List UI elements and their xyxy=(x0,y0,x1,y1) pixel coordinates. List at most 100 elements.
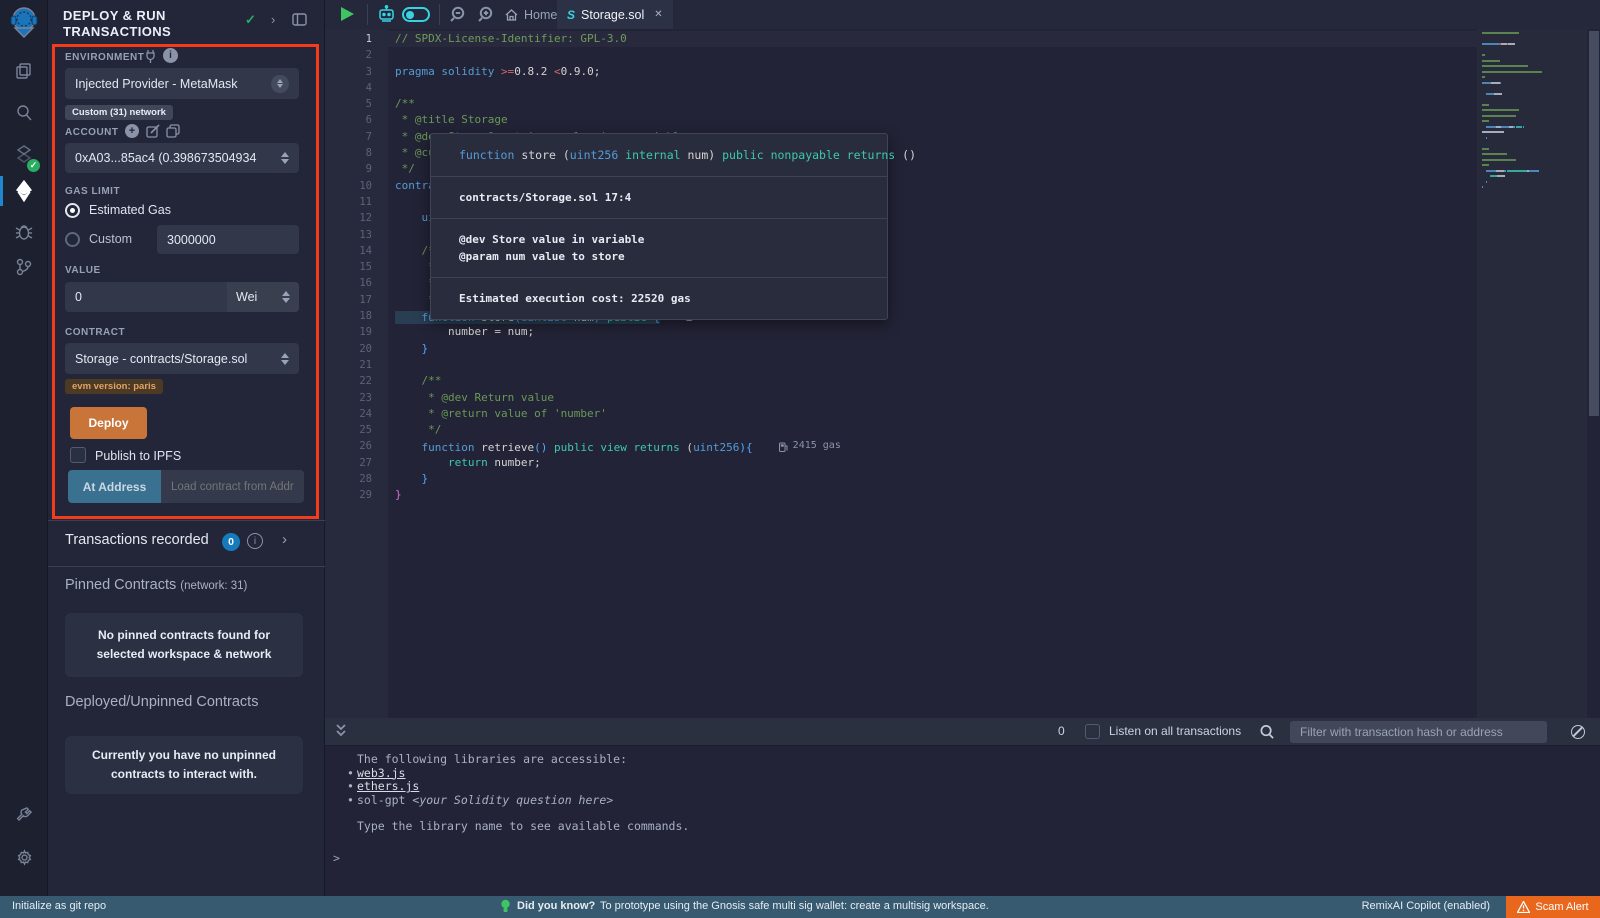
value-row: Wei xyxy=(65,282,299,312)
code-line[interactable]: 28 } xyxy=(325,471,1475,487)
expand-terminal-icon[interactable] xyxy=(335,723,347,744)
git-icon[interactable] xyxy=(0,248,48,286)
publish-ipfs-checkbox[interactable] xyxy=(70,447,86,463)
code-line[interactable]: 26 function retrieve() public view retur… xyxy=(325,438,1475,454)
remix-logo xyxy=(0,3,48,41)
code-line[interactable]: 19 number = num; xyxy=(325,324,1475,340)
line-number: 27 xyxy=(325,455,372,471)
custom-gas-radio[interactable] xyxy=(65,232,80,247)
value-unit-select[interactable]: Wei xyxy=(227,282,299,312)
zoom-in-icon[interactable] xyxy=(477,6,494,28)
ai-copilot-robot-icon[interactable] xyxy=(377,5,396,29)
unpinned-empty-message: Currently you have no unpinned contracts… xyxy=(65,736,303,794)
transactions-count-badge: 0 xyxy=(222,533,240,551)
add-account-icon[interactable]: + xyxy=(125,124,139,138)
run-script-icon[interactable] xyxy=(341,7,354,21)
custom-gas-input[interactable] xyxy=(157,225,299,254)
clear-console-icon[interactable] xyxy=(1571,725,1585,739)
terminal-library-item[interactable]: ethers.js xyxy=(357,779,419,793)
listen-transactions-checkbox[interactable] xyxy=(1085,724,1100,739)
minimap-line xyxy=(1482,159,1516,161)
deploy-run-icon[interactable] xyxy=(0,172,48,210)
search-icon[interactable] xyxy=(0,94,48,132)
code-line[interactable]: 2 xyxy=(325,47,1475,63)
code-line[interactable]: 29} xyxy=(325,487,1475,503)
debugger-icon[interactable] xyxy=(0,212,48,250)
terminal-library-item[interactable]: web3.js xyxy=(357,766,405,780)
line-number: 26 xyxy=(325,438,372,454)
code-line[interactable]: 21 xyxy=(325,357,1475,373)
terminal-filter-input[interactable] xyxy=(1290,721,1547,743)
copilot-toggle[interactable] xyxy=(402,7,430,22)
line-number: 9 xyxy=(325,161,372,177)
code-line[interactable]: 20 } xyxy=(325,341,1475,357)
line-number: 2 xyxy=(325,47,372,63)
environment-info-icon[interactable]: i xyxy=(163,48,178,63)
minimap-line xyxy=(1482,54,1485,56)
scrollbar-thumb xyxy=(1589,31,1599,416)
code-line[interactable]: 6 * @title Storage xyxy=(325,112,1475,128)
git-init-status[interactable]: Initialize as git repo xyxy=(12,900,106,912)
copy-account-icon[interactable] xyxy=(166,124,180,143)
code-line[interactable]: 5/** xyxy=(325,96,1475,112)
publish-ipfs-label: Publish to IPFS xyxy=(95,449,181,463)
plugin-manager-icon[interactable] xyxy=(0,796,48,834)
panel-layout-icon[interactable] xyxy=(292,13,307,29)
code-line[interactable]: 1// SPDX-License-Identifier: GPL-3.0 xyxy=(325,31,1475,47)
panel-forward-icon[interactable]: › xyxy=(271,12,275,27)
terminal-search-icon xyxy=(1259,724,1275,745)
transactions-expand-icon[interactable]: › xyxy=(282,531,287,548)
did-you-know-label: Did you know? xyxy=(517,900,595,912)
transactions-info-icon[interactable]: i xyxy=(247,533,263,549)
deploy-button[interactable]: Deploy xyxy=(70,407,147,439)
terminal-body[interactable]: The following libraries are accessible: … xyxy=(325,746,1600,896)
file-explorer-icon[interactable] xyxy=(0,52,48,90)
contract-select[interactable]: Storage - contracts/Storage.sol xyxy=(65,343,299,374)
code-line[interactable]: 3pragma solidity >=0.8.2 <0.9.0; xyxy=(325,64,1475,80)
code-line[interactable]: 22 /** xyxy=(325,373,1475,389)
deploy-run-panel: DEPLOY & RUN TRANSACTIONS ✓ › ENVIRONMEN… xyxy=(48,0,325,896)
code-line[interactable]: 23 * @dev Return value xyxy=(325,390,1475,406)
line-number: 29 xyxy=(325,487,372,503)
line-number: 10 xyxy=(325,178,372,194)
value-input[interactable] xyxy=(65,282,227,312)
estimated-gas-radio[interactable] xyxy=(65,203,80,218)
code-line[interactable]: 4 xyxy=(325,80,1475,96)
copilot-status[interactable]: RemixAI Copilot (enabled) xyxy=(1362,900,1490,912)
at-address-button[interactable]: At Address xyxy=(68,470,161,503)
environment-select[interactable]: Injected Provider - MetaMask xyxy=(65,68,299,99)
solidity-compiler-icon[interactable]: ✓ xyxy=(0,136,48,174)
panel-check-icon: ✓ xyxy=(245,12,256,28)
scam-alert-button[interactable]: Scam Alert xyxy=(1506,896,1600,918)
bullet: • xyxy=(347,779,354,793)
minimap-line xyxy=(1482,186,1483,188)
close-tab-icon[interactable]: ✕ xyxy=(654,9,662,20)
warning-icon xyxy=(1517,901,1530,913)
minimap-line xyxy=(1482,170,1539,172)
code-line[interactable]: 24 * @return value of 'number' xyxy=(325,406,1475,422)
code-line[interactable]: 27 return number; xyxy=(325,455,1475,471)
minimap-line xyxy=(1482,93,1502,95)
minimap[interactable] xyxy=(1477,29,1587,718)
minimap-line xyxy=(1482,65,1528,67)
chevron-updown-icon xyxy=(281,353,289,365)
environment-plug-icon[interactable] xyxy=(144,49,157,68)
network-badge: Custom (31) network xyxy=(65,105,173,120)
did-you-know-text: To prototype using the Gnosis safe multi… xyxy=(600,900,989,912)
bullet: • xyxy=(347,793,354,807)
at-address-input[interactable] xyxy=(161,470,304,503)
account-select[interactable]: 0xA03...85ac4 (0.398673504934 xyxy=(65,143,299,173)
estimated-gas-label: Estimated Gas xyxy=(89,203,171,217)
editor-scrollbar[interactable] xyxy=(1588,29,1600,718)
line-number: 24 xyxy=(325,406,372,422)
tab-storage-sol[interactable]: S Storage.sol ✕ xyxy=(557,0,673,29)
hover-tooltip: function store (uint256 internal num) pu… xyxy=(430,133,888,320)
settings-gear-icon[interactable] xyxy=(0,838,48,876)
zoom-out-icon[interactable] xyxy=(449,6,466,28)
line-number: 1 xyxy=(325,31,372,47)
code-line[interactable]: 25 */ xyxy=(325,422,1475,438)
line-number: 7 xyxy=(325,129,372,145)
pinned-contracts-title: Pinned Contracts (network: 31) xyxy=(65,577,247,593)
line-number: 22 xyxy=(325,373,372,389)
edit-account-icon[interactable] xyxy=(146,124,160,143)
